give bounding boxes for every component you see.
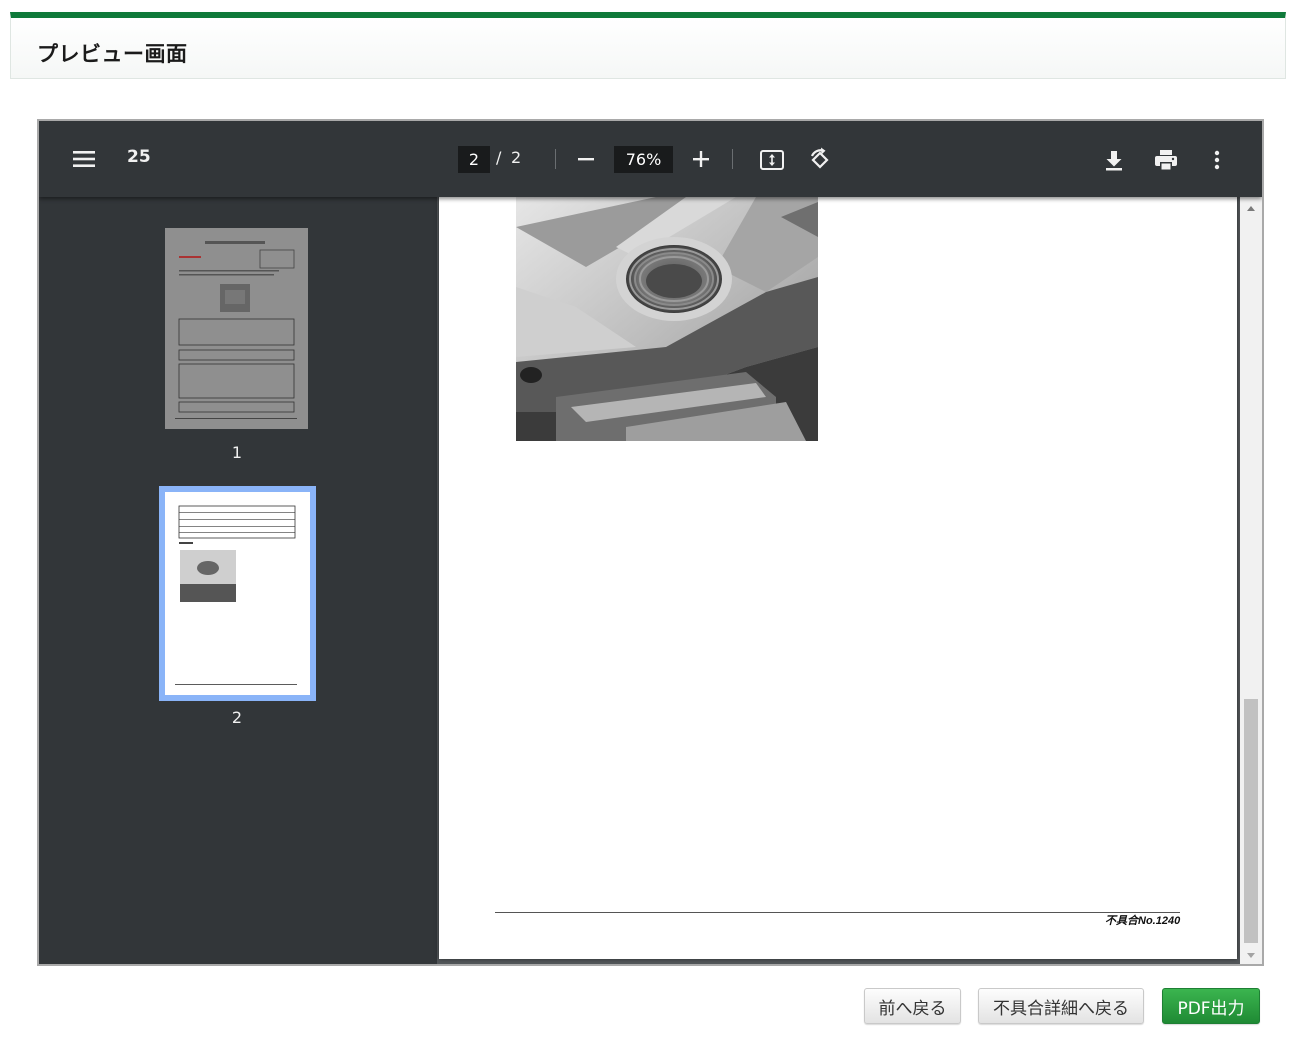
viewer-toolbar: 25 2 / 2 76% [39,121,1262,197]
zoom-level-input[interactable]: 76% [614,146,673,173]
scroll-up-arrow-icon[interactable] [1240,201,1262,215]
pdf-page: 不具合No.1240 [439,197,1237,959]
page-header: プレビュー画面 [10,12,1286,79]
scrollbar-thumb[interactable] [1244,699,1258,943]
toolbar-divider [555,149,556,169]
scroll-down-arrow-icon[interactable] [1240,947,1262,961]
pdf-viewer: 25 2 / 2 76% 1 2 不具合No.1240 [37,119,1264,966]
download-icon[interactable] [1099,145,1129,175]
toolbar-divider [732,149,733,169]
page-footer-text: 不具合No.1240 [1105,915,1181,927]
thumbnail-label-2: 2 [231,708,243,727]
menu-icon[interactable] [69,146,99,172]
page-footer-rule [495,912,1180,913]
document-title: 25 [127,147,151,167]
back-button[interactable]: 前へ戻る [864,988,961,1024]
page-thumbnail-2-selected[interactable] [159,486,316,701]
page-thumbnail-1[interactable] [165,228,308,429]
fit-page-icon[interactable] [757,145,787,175]
machined-part-photo [516,197,818,441]
zoom-in-icon[interactable] [687,145,715,173]
zoom-out-icon[interactable] [572,145,600,173]
page-total: 2 [511,148,522,167]
more-vert-icon[interactable] [1205,145,1229,175]
back-to-defect-detail-button[interactable]: 不具合詳細へ戻る [978,988,1144,1024]
page-title: プレビュー画面 [37,42,188,66]
thumbnail-label-1: 1 [231,443,243,462]
page-separator: / [496,148,502,167]
thumbnail-sidebar: 1 2 [39,197,437,964]
pdf-export-button[interactable]: PDF出力 [1162,988,1260,1024]
print-icon[interactable] [1151,145,1181,175]
page-number-input[interactable]: 2 [458,146,490,173]
rotate-icon[interactable] [804,145,836,175]
